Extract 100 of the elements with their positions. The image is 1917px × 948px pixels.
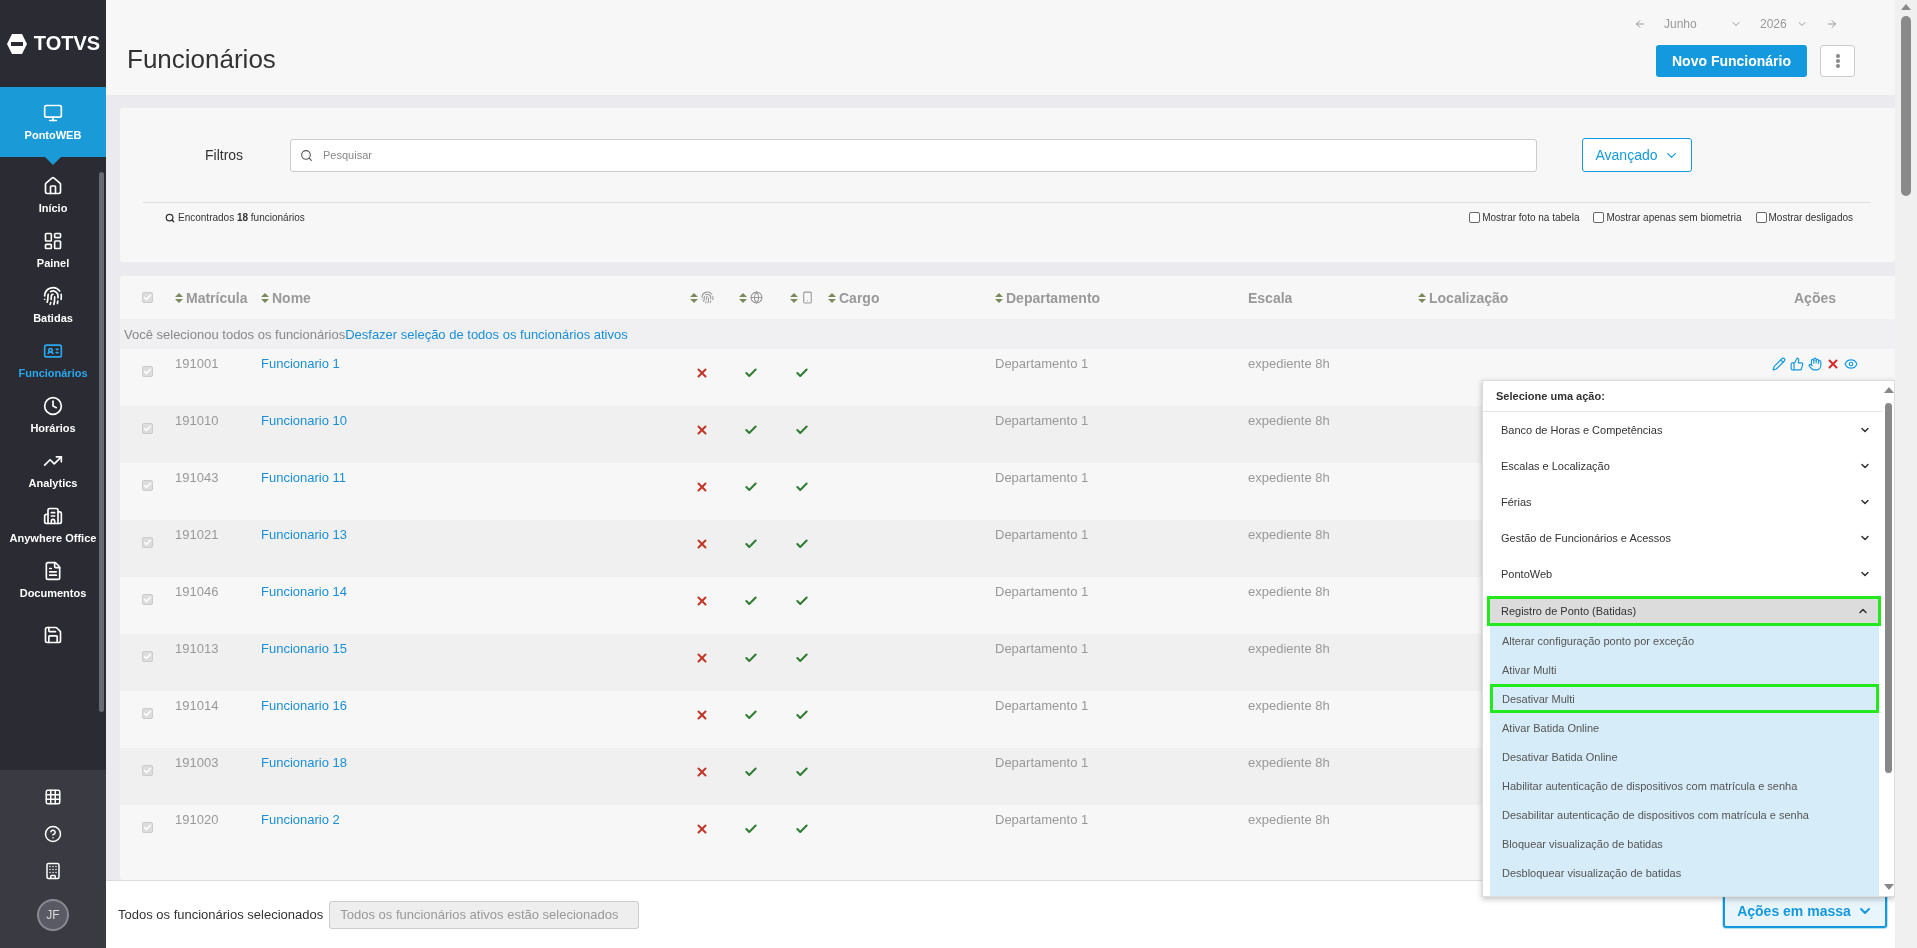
table-cell-text: expediente 8h xyxy=(1248,583,1331,599)
employee-link[interactable]: Funcionario 14 xyxy=(261,577,678,599)
table-cell-text: Departamento 1 xyxy=(995,811,1090,827)
table-cell-text: 191010 xyxy=(175,412,220,428)
menu-item[interactable]: Ativar Multi xyxy=(1490,655,1879,684)
table-cell-text: 191021 xyxy=(175,526,220,542)
search-field[interactable]: Pesquisar xyxy=(290,138,1537,172)
sort-icon[interactable] xyxy=(690,292,698,303)
table-cell-text: 191013 xyxy=(175,640,220,656)
row-checkbox[interactable] xyxy=(142,765,153,776)
employee-link[interactable]: Funcionario 11 xyxy=(261,463,678,485)
table-cell-text: 191046 xyxy=(175,583,220,599)
save-icon[interactable] xyxy=(43,624,63,645)
filter-checkbox[interactable]: Mostrar foto na tabela xyxy=(1469,212,1580,223)
previous-icon[interactable] xyxy=(1634,18,1646,30)
table-cell-text: 191020 xyxy=(175,811,220,827)
sort-icon[interactable] xyxy=(261,292,269,303)
row-checkbox[interactable] xyxy=(142,594,153,605)
row-checkbox[interactable] xyxy=(142,366,153,377)
sidebar-item[interactable]: Horários xyxy=(0,387,106,442)
table-cell-text: expediente 8h xyxy=(1248,412,1331,428)
selection-notice: Você selecionou todos os funcionários xyxy=(124,326,346,342)
row-checkbox[interactable] xyxy=(142,651,153,662)
row-checkbox[interactable] xyxy=(142,537,153,548)
sidebar-item[interactable]: Analytics xyxy=(0,442,106,497)
more-button[interactable] xyxy=(1820,45,1855,77)
table-cell-text: expediente 8h xyxy=(1248,640,1331,656)
menu-item[interactable]: Bloquear visualização de batidas xyxy=(1490,829,1879,858)
phone-icon xyxy=(801,291,814,304)
row-checkbox[interactable] xyxy=(142,480,153,491)
next-icon[interactable] xyxy=(1826,18,1838,30)
logo-text: TOTVS xyxy=(33,32,101,55)
sort-icon[interactable] xyxy=(175,292,183,303)
search-icon xyxy=(300,148,313,162)
table-cell-text: 191014 xyxy=(175,697,220,713)
logo-icon xyxy=(5,32,28,55)
menu-item[interactable]: Desbloquear visualização de batidas xyxy=(1490,858,1879,887)
filter-checkbox[interactable]: Mostrar desligados xyxy=(1755,212,1853,223)
menu-item[interactable]: Ativar Batida Online xyxy=(1490,713,1879,742)
dashboard-icon xyxy=(43,230,63,251)
apps-icon[interactable] xyxy=(44,787,62,806)
sidebar-item[interactable]: Documentos xyxy=(0,552,106,607)
view-icon[interactable] xyxy=(1844,357,1858,371)
select-all-checkbox[interactable] xyxy=(142,292,153,303)
table-cell-text: 191003 xyxy=(175,754,220,770)
column-header: Escala xyxy=(1248,289,1293,306)
row-checkbox[interactable] xyxy=(142,708,153,719)
column-header: Ações xyxy=(1794,289,1836,306)
row-checkbox[interactable] xyxy=(142,822,153,833)
table-cell-text: Departamento 1 xyxy=(995,526,1090,542)
sort-icon[interactable] xyxy=(790,292,798,303)
advanced-button[interactable]: Avançado xyxy=(1582,138,1692,172)
sort-icon[interactable] xyxy=(828,292,836,303)
table-cell-text: Departamento 1 xyxy=(995,469,1090,485)
fingerprint-icon xyxy=(701,291,714,304)
sidebar-item[interactable]: Início xyxy=(0,167,106,222)
menu-item[interactable]: Alterar configuração ponto por exceção xyxy=(1490,626,1879,655)
menu-item[interactable]: Desabilitar autenticação de dispositivos com matrícula e senha xyxy=(1490,800,1879,829)
table-cell-text: expediente 8h xyxy=(1248,754,1331,770)
edit-icon[interactable] xyxy=(1772,357,1786,371)
sort-icon[interactable] xyxy=(739,292,747,303)
scrollbar-thumb[interactable] xyxy=(1885,403,1892,773)
monitor-icon xyxy=(43,103,63,123)
building-icon xyxy=(43,505,63,526)
sort-icon[interactable] xyxy=(995,292,1003,303)
table-cell-text: Departamento 1 xyxy=(995,583,1090,599)
filter-checkbox[interactable]: Mostrar apenas sem biometria xyxy=(1593,212,1742,223)
selection-field: Todos os funcionários ativos estão selecionados xyxy=(329,900,640,929)
table-cell-text: 191001 xyxy=(175,355,220,371)
menu-group[interactable]: Registro de Ponto (Batidas) xyxy=(1487,596,1881,626)
sidebar-item[interactable]: Funcionários xyxy=(0,332,106,387)
table-cell-text: 191043 xyxy=(175,469,220,485)
building-icon[interactable] xyxy=(44,861,62,880)
scrollbar-thumb[interactable] xyxy=(1901,16,1911,196)
table-cell-text: Departamento 1 xyxy=(995,697,1090,713)
row-checkbox[interactable] xyxy=(142,423,153,434)
hand-icon[interactable] xyxy=(1808,357,1822,371)
sort-icon[interactable] xyxy=(1418,292,1426,303)
user-avatar[interactable]: JF xyxy=(37,898,69,931)
table-cell-text: expediente 8h xyxy=(1248,355,1331,371)
menu-item[interactable]: Desativar Multi xyxy=(1490,684,1879,713)
table-cell-text: expediente 8h xyxy=(1248,811,1331,827)
bulk-label: Todos os funcionários selecionados xyxy=(118,907,324,922)
kebab-icon xyxy=(1835,54,1840,68)
table-cell-text: Departamento 1 xyxy=(995,640,1090,656)
help-icon[interactable] xyxy=(44,824,62,843)
employee-link[interactable]: Funcionario 2 xyxy=(261,805,678,827)
pointer-triangle xyxy=(45,157,61,165)
delete-icon[interactable] xyxy=(1826,357,1840,371)
menu-item[interactable]: Habilitar autenticação de dispositivos com matrícula e senha xyxy=(1490,771,1879,800)
table-cell-text: Departamento 1 xyxy=(995,412,1090,428)
thumbs-up-icon[interactable] xyxy=(1790,357,1804,371)
employee-link[interactable]: Funcionario 16 xyxy=(261,691,678,713)
sidebar-item[interactable]: Painel xyxy=(0,222,106,277)
menu-item[interactable]: Desativar Batida Online xyxy=(1490,742,1879,771)
globe-icon xyxy=(750,291,763,304)
table-cell-text: Departamento 1 xyxy=(995,754,1090,770)
sidebar-item[interactable]: Anywhere Office xyxy=(0,497,106,552)
employee-link[interactable]: Funcionario 1 xyxy=(261,349,678,371)
sidebar-item[interactable]: Batidas xyxy=(0,277,106,332)
